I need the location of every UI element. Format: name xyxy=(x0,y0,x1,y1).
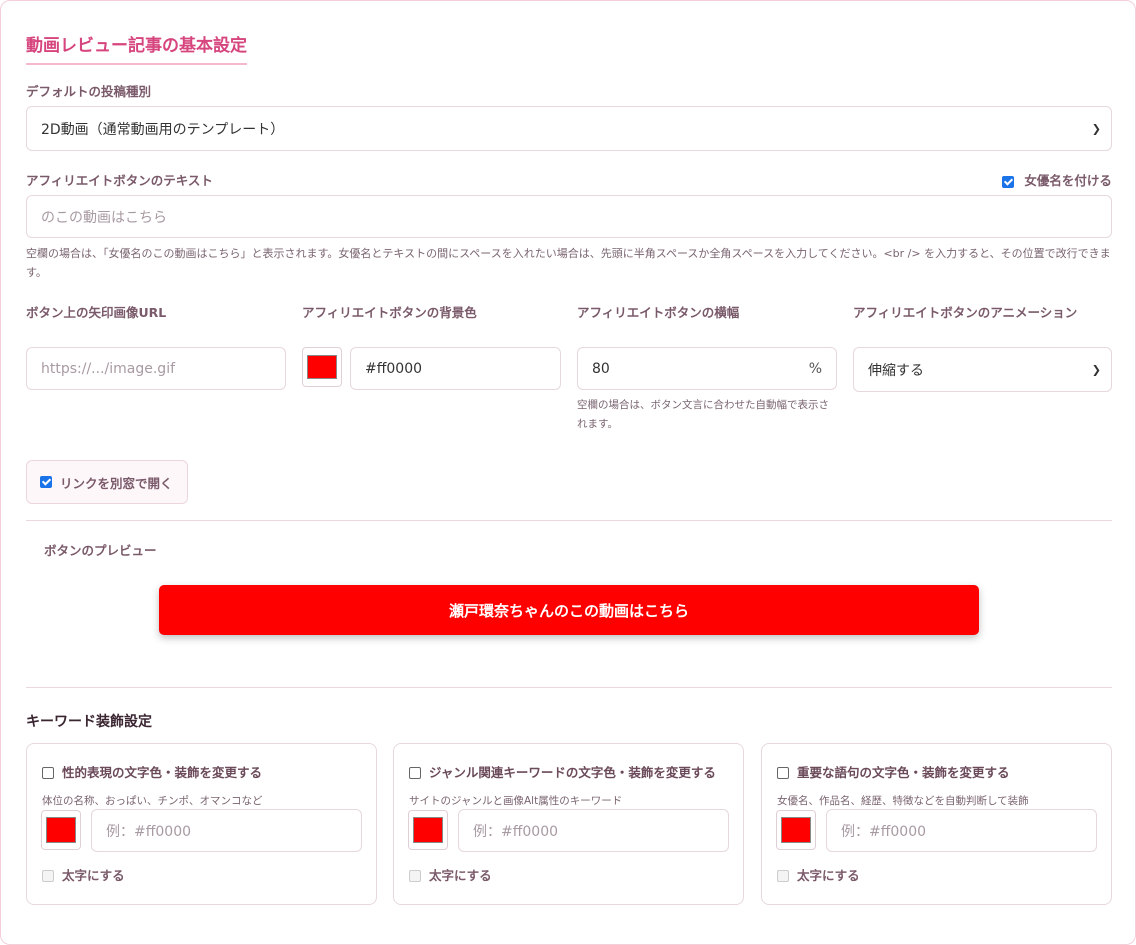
genre-color-input[interactable]: 例：#ff0000 xyxy=(458,809,729,852)
chevron-down-icon: ❯ xyxy=(1091,122,1101,135)
bg-color-picker[interactable] xyxy=(302,347,342,387)
sexual-color-swatch xyxy=(46,817,76,843)
chevron-down-icon: ❯ xyxy=(1091,363,1101,376)
new-window-label: リンクを別窓で開く xyxy=(60,475,173,491)
important-color-picker[interactable] xyxy=(776,810,816,850)
genre-bold-toggle[interactable]: 太字にする xyxy=(409,865,492,884)
divider xyxy=(26,520,1112,521)
post-type-value: 2D動画（通常動画用のテンプレート） xyxy=(41,121,285,138)
bg-color-value: #ff0000 xyxy=(365,360,423,377)
new-window-toggle[interactable]: リンクを別窓で開く xyxy=(26,460,188,504)
post-type-label: デフォルトの投稿種別 xyxy=(26,84,152,99)
affiliate-preview-button[interactable]: 瀬戸環奈ちゃんのこの動画はこちら xyxy=(159,585,979,635)
sexual-help: 体位の名称、おっぱい、チンポ、オマンコなど xyxy=(42,795,263,807)
sexual-color-label: 性的表現の文字色・装飾を変更する xyxy=(62,765,263,780)
genre-color-picker[interactable] xyxy=(408,810,448,850)
actress-name-checkbox-label: 女優名を付ける xyxy=(1024,173,1112,188)
important-bold-label: 太字にする xyxy=(797,868,860,883)
bg-color-input[interactable]: #ff0000 xyxy=(350,347,561,390)
preview-label: ボタンのプレビュー xyxy=(44,543,157,558)
animation-select[interactable]: 伸縮する ❯ xyxy=(853,347,1112,392)
settings-card: 動画レビュー記事の基本設定 デフォルトの投稿種別 2D動画（通常動画用のテンプレ… xyxy=(0,0,1136,945)
genre-color-placeholder: 例：#ff0000 xyxy=(473,823,559,840)
genre-color-swatch xyxy=(413,817,443,843)
animation-value: 伸縮する xyxy=(868,362,924,379)
button-width-label: アフィリエイトボタンの横幅 xyxy=(577,305,740,320)
affiliate-text-placeholder: のこの動画はこちら xyxy=(41,209,167,226)
genre-help: サイトのジャンルと画像Alt属性のキーワード xyxy=(409,795,623,807)
important-color-swatch xyxy=(781,817,811,843)
important-color-placeholder: 例：#ff0000 xyxy=(841,823,927,840)
button-width-unit: % xyxy=(808,360,822,377)
genre-bold-label: 太字にする xyxy=(429,868,492,883)
affiliate-text-label: アフィリエイトボタンのテキスト xyxy=(26,173,213,188)
keyword-card-genre: ジャンル関連キーワードの文字色・装飾を変更する サイトのジャンルと画像Alt属性… xyxy=(393,743,744,905)
genre-bold-checkbox[interactable] xyxy=(409,869,421,882)
new-window-checkbox[interactable] xyxy=(40,476,52,488)
important-help: 女優名、作品名、経歴、特徴などを自動判断して装飾 xyxy=(777,795,1029,807)
bg-color-label: アフィリエイトボタンの背景色 xyxy=(302,305,477,320)
genre-color-label: ジャンル関連キーワードの文字色・装飾を変更する xyxy=(429,765,716,780)
sexual-bold-label: 太字にする xyxy=(62,868,125,883)
actress-name-toggle[interactable]: 女優名を付ける xyxy=(1002,170,1112,189)
sexual-color-checkbox[interactable] xyxy=(42,766,54,779)
section-title: 動画レビュー記事の基本設定 xyxy=(26,31,247,65)
important-color-input[interactable]: 例：#ff0000 xyxy=(826,809,1097,852)
actress-name-checkbox[interactable] xyxy=(1002,175,1014,188)
keyword-card-important: 重要な語句の文字色・装飾を変更する 女優名、作品名、経歴、特徴などを自動判断して… xyxy=(761,743,1112,905)
button-width-value: 80 xyxy=(592,360,610,377)
arrow-image-label: ボタン上の矢印画像URL xyxy=(26,305,167,320)
important-bold-checkbox[interactable] xyxy=(777,869,789,882)
sexual-color-toggle[interactable]: 性的表現の文字色・装飾を変更する xyxy=(42,762,262,781)
button-width-input[interactable]: 80 % xyxy=(577,347,837,390)
keyword-card-sexual: 性的表現の文字色・装飾を変更する 体位の名称、おっぱい、チンポ、オマンコなど 例… xyxy=(26,743,377,905)
sexual-bold-checkbox[interactable] xyxy=(42,869,54,882)
sexual-bold-toggle[interactable]: 太字にする xyxy=(42,865,125,884)
bg-color-swatch xyxy=(307,355,337,379)
important-color-toggle[interactable]: 重要な語句の文字色・装飾を変更する xyxy=(777,762,1010,781)
button-width-help: 空欄の場合は、ボタン文言に合わせた自動幅で表示されます。 xyxy=(577,399,829,430)
genre-color-checkbox[interactable] xyxy=(409,766,421,779)
arrow-image-input[interactable]: https://.../image.gif xyxy=(26,347,286,390)
post-type-select[interactable]: 2D動画（通常動画用のテンプレート） ❯ xyxy=(26,106,1112,151)
divider xyxy=(26,687,1112,688)
sexual-color-picker[interactable] xyxy=(41,810,81,850)
keyword-section-title: キーワード装飾設定 xyxy=(26,714,152,730)
important-bold-toggle[interactable]: 太字にする xyxy=(777,865,860,884)
animation-label: アフィリエイトボタンのアニメーション xyxy=(853,305,1078,320)
important-color-checkbox[interactable] xyxy=(777,766,789,779)
sexual-color-input[interactable]: 例：#ff0000 xyxy=(91,809,362,852)
affiliate-text-input[interactable]: のこの動画はこちら xyxy=(26,195,1112,238)
important-color-label: 重要な語句の文字色・装飾を変更する xyxy=(797,765,1010,780)
sexual-color-placeholder: 例：#ff0000 xyxy=(106,823,192,840)
genre-color-toggle[interactable]: ジャンル関連キーワードの文字色・装飾を変更する xyxy=(409,762,716,781)
arrow-image-placeholder: https://.../image.gif xyxy=(41,360,176,377)
affiliate-text-help: 空欄の場合は、「女優名のこの動画はこちら」と表示されます。女優名とテキストの間に… xyxy=(26,247,1111,279)
